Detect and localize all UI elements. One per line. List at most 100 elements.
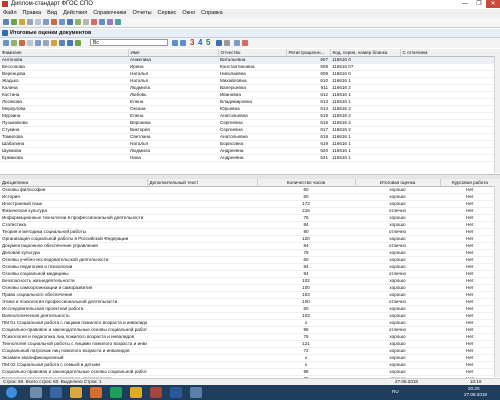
viewer-taskbar-icon[interactable] (190, 387, 202, 398)
folder-icon[interactable] (19, 19, 25, 25)
lock-icon[interactable] (51, 40, 57, 46)
start-button-icon[interactable] (6, 387, 17, 398)
table-row[interactable]: Основы философии 60 хорошо Нет (0, 186, 500, 194)
col-coursework[interactable]: Курсовая работа (440, 179, 500, 187)
table-row[interactable]: Антонова Анжелика Витальевна 607 116616 0 (0, 56, 500, 64)
grade-5-button[interactable]: 5 (206, 38, 210, 47)
filter-icon[interactable] (3, 40, 9, 46)
media-player-taskbar-icon[interactable] (50, 387, 62, 398)
refresh-icon[interactable] (59, 19, 65, 25)
table-row[interactable]: Основы самоорганизации и саморазвития 100… (0, 284, 500, 292)
save-icon[interactable] (11, 19, 17, 25)
remove-icon[interactable] (19, 40, 25, 46)
table-row[interactable]: Физическая культура 216 отлично Нет (0, 207, 500, 215)
table-row[interactable]: Документационное обеспечение управления 8… (0, 242, 500, 250)
table-row[interactable]: Теория и методика социальной работы 90 отл… (0, 228, 500, 236)
table-row[interactable]: Статистика 84 хорошо Нет (0, 221, 500, 229)
table-row[interactable]: Право социального обеспечения 163 хорошо Не… (0, 291, 500, 299)
col-name[interactable]: Имя (128, 49, 219, 57)
help-icon[interactable] (99, 19, 105, 25)
table-row[interactable]: Шумкова Людмила Андреевна 620 116616 1 (0, 147, 500, 155)
menu-view[interactable]: Вид (44, 9, 60, 17)
table-row[interactable]: ПМ.01 Социальная работа с лицами пожилог… (0, 319, 500, 327)
diploma-app-taskbar-icon[interactable] (150, 387, 162, 398)
table-row[interactable]: Лосякова Елена Владимировна 613 116616 1 (0, 98, 500, 106)
table-row[interactable]: ПМ.02 Социальная работа с семьей и детьм… (0, 361, 500, 369)
delete-icon[interactable] (51, 19, 57, 25)
maximize-button[interactable]: ❐ (472, 0, 486, 8)
table-row[interactable]: Социально-правовое и законодательные осн… (0, 326, 500, 334)
col-discipline[interactable]: Дисциплина (0, 179, 148, 187)
table-row[interactable]: Пузыникова Вероника Сергеевна 616 116616 2 (0, 119, 500, 127)
sort-icon[interactable] (35, 40, 41, 46)
table-row[interactable]: Экзамен квалификационный x хорошо Нет (0, 354, 500, 362)
col-blank-number[interactable]: Код, серия, номер бланка (330, 49, 401, 57)
table-row[interactable]: Психология и педагогика лиц пожилого воз… (0, 333, 500, 341)
yandex-taskbar-icon[interactable] (130, 387, 142, 398)
table-row[interactable]: Социально-правовая и законодательные осн… (0, 368, 500, 376)
table-row[interactable]: Томилова Светлана Анатольевна 618 116616 1 (0, 133, 500, 141)
table-row[interactable]: Стукина Виктория Сергеевна 617 116616 2 (0, 126, 500, 134)
calc-icon[interactable] (234, 40, 240, 46)
col-patronymic[interactable]: Отчество (218, 49, 287, 57)
find-icon[interactable] (43, 40, 49, 46)
chart-icon[interactable] (115, 19, 121, 25)
print-preview-icon[interactable] (67, 40, 73, 46)
menu-help[interactable]: Справка (198, 9, 226, 17)
settings-icon[interactable] (83, 19, 89, 25)
col-grade[interactable]: Итоговая оценка (355, 179, 441, 187)
grade-4-button[interactable]: 4 (198, 38, 202, 47)
table-row[interactable]: Безопасность жизнедеятельности 102 хорошо Н… (0, 277, 500, 285)
menu-window[interactable]: Окно (179, 9, 198, 17)
table-row[interactable]: Основы социальной медицины 84 отлично Нет (0, 270, 500, 278)
firefox-taskbar-icon[interactable] (90, 387, 102, 398)
table-row[interactable]: Основы педагогики и психологии 84 хорошо Не… (0, 263, 500, 271)
menu-edit[interactable]: Правка (20, 9, 45, 17)
table-row[interactable]: Ермакова Нина Андреевна 621 116616 1 (0, 154, 500, 162)
table-row[interactable]: Шабалина Наталья Борисовна 619 116616 1 (0, 140, 500, 148)
clear-icon[interactable] (242, 40, 248, 46)
menu-service[interactable]: Сервис (155, 9, 180, 17)
stop-icon[interactable] (91, 19, 97, 25)
arrow-down-icon[interactable] (180, 40, 186, 46)
word-taskbar-icon[interactable] (170, 387, 182, 398)
language-indicator[interactable]: RU (392, 389, 399, 395)
paste-icon[interactable] (43, 19, 49, 25)
menu-reports[interactable]: Отчеты (130, 9, 155, 17)
filter-select[interactable]: Вс (90, 39, 168, 46)
col-honors[interactable]: С отличием (400, 49, 500, 57)
table-row[interactable]: Исследовательская проектная работа 60 хоро… (0, 305, 500, 313)
report-icon[interactable] (107, 19, 113, 25)
table-row[interactable]: Информационные технологии в профессионал… (0, 214, 500, 222)
table-row[interactable]: Деловая культура 78 хорошо Нет (0, 249, 500, 257)
table-row[interactable]: Калина Людмила Валерьевна 611 116616 2 (0, 84, 500, 92)
col-extra-text[interactable]: Дополнительный текст (147, 179, 258, 187)
print-icon[interactable] (27, 19, 33, 25)
explorer-taskbar-icon[interactable] (30, 387, 42, 398)
col-hours[interactable]: Количество часов (257, 179, 356, 187)
disciplines-scrollbar[interactable] (494, 186, 500, 377)
students-scrollbar[interactable] (494, 56, 500, 173)
add-icon[interactable] (11, 40, 17, 46)
table-row[interactable]: Этика и психология профессиональной деят… (0, 298, 500, 306)
col-surname[interactable]: Фамилия (0, 49, 129, 57)
table-row[interactable]: Жадько Наталья Михайловна 610 116616 1 (0, 77, 500, 85)
table-row[interactable]: Иностранный язык 172 хорошо Нет (0, 200, 500, 208)
table-row[interactable]: История 60 хорошо Нет (0, 193, 500, 201)
grade-3-button[interactable]: 3 (190, 38, 194, 47)
pass-icon[interactable] (216, 40, 222, 46)
menu-file[interactable]: Файл (0, 9, 20, 17)
grid-icon[interactable] (67, 19, 73, 25)
table-row[interactable]: Меркулова Оксана Юрьевна 614 116616 2 (0, 105, 500, 113)
check-icon[interactable] (75, 40, 81, 46)
list-icon[interactable] (59, 40, 65, 46)
chrome-taskbar-icon[interactable] (110, 387, 122, 398)
table-row[interactable]: Технология социальной работы с лицами по… (0, 340, 500, 348)
arrow-up-icon[interactable] (172, 40, 178, 46)
table-row[interactable]: Социальный патронаж лиц пожилого возраст… (0, 347, 500, 355)
minimize-button[interactable]: — (458, 0, 472, 8)
clock-date[interactable]: 27.08.2018 (464, 392, 487, 398)
edit-icon[interactable] (27, 40, 33, 46)
copy-icon[interactable] (35, 19, 41, 25)
table-row[interactable]: Валеологическая деятельность 103 хорошо Нет (0, 312, 500, 320)
